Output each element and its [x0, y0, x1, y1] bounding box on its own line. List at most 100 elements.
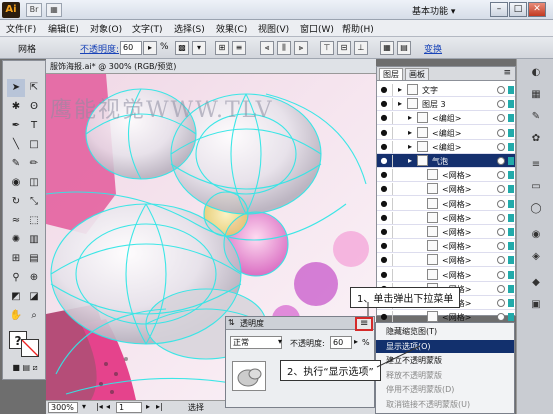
selection-indicator[interactable]: [508, 114, 514, 123]
scale-tool-icon[interactable]: ⤡: [25, 193, 43, 211]
layer-row[interactable]: ● <网格>: [377, 197, 515, 211]
selection-indicator[interactable]: [508, 171, 514, 180]
opacity-input[interactable]: 60: [120, 41, 142, 55]
target-circle-icon[interactable]: [497, 313, 505, 322]
target-circle-icon[interactable]: [497, 213, 505, 222]
line-tool-icon[interactable]: ╲: [7, 136, 25, 154]
lock-toggle[interactable]: [392, 268, 402, 281]
type-tool-icon[interactable]: T: [25, 117, 43, 135]
layer-row[interactable]: ● <网格>: [377, 182, 515, 197]
live-paint-tool-icon[interactable]: ◩: [7, 288, 25, 306]
selection-indicator[interactable]: [508, 228, 514, 236]
gradient-panel-icon[interactable]: ▭: [526, 179, 546, 195]
visibility-eye-icon[interactable]: ●: [379, 213, 389, 223]
selection-tool-icon[interactable]: ➤: [7, 79, 25, 97]
slice-tool-icon[interactable]: ◪: [25, 288, 43, 306]
target-circle-icon[interactable]: [497, 242, 505, 251]
lock-toggle[interactable]: [392, 169, 402, 182]
target-circle-icon[interactable]: [497, 270, 505, 279]
target-circle-icon[interactable]: [497, 256, 505, 265]
transparency-opacity-input[interactable]: 60: [330, 336, 352, 349]
menu-edit[interactable]: 编辑(E): [48, 22, 79, 35]
target-circle-icon[interactable]: [497, 114, 505, 123]
graphic-styles-panel-icon[interactable]: ◈: [526, 249, 546, 265]
visibility-eye-icon[interactable]: ●: [379, 128, 389, 138]
artboards-panel-icon[interactable]: ▣: [526, 297, 546, 313]
selection-indicator[interactable]: [508, 213, 514, 222]
menu-help[interactable]: 帮助(H): [342, 22, 374, 35]
minimize-button[interactable]: –: [490, 2, 508, 17]
lock-toggle[interactable]: [392, 112, 402, 125]
bridge-icon[interactable]: Br: [26, 3, 42, 17]
free-transform-tool-icon[interactable]: ⬚: [25, 212, 43, 230]
menu-view[interactable]: 视图(V): [258, 22, 289, 35]
expand-arrow-icon[interactable]: ▸: [408, 142, 412, 151]
zoom-dropdown-icon[interactable]: ▾: [82, 402, 86, 411]
gradient-tool-icon[interactable]: ▤: [25, 250, 43, 268]
layer-row[interactable]: ● ▸ 气泡: [377, 154, 515, 168]
expand-arrow-icon[interactable]: ▸: [398, 99, 402, 108]
color-panel-icon[interactable]: ◐: [526, 65, 546, 81]
flyout-menu-item[interactable]: 隐藏缩览图(T): [376, 325, 514, 338]
appearance-panel-icon[interactable]: ◉: [526, 227, 546, 243]
target-circle-icon[interactable]: [497, 100, 505, 109]
tab-artboards[interactable]: 画板: [405, 68, 429, 80]
target-circle-icon[interactable]: [497, 199, 505, 208]
symbol-sprayer-tool-icon[interactable]: ✺: [7, 231, 25, 249]
visibility-eye-icon[interactable]: ●: [379, 113, 389, 123]
align-icon[interactable]: ⊞: [215, 41, 229, 55]
rotate-tool-icon[interactable]: ↻: [7, 193, 25, 211]
flyout-menu-item[interactable]: 停用不透明蒙版(D): [376, 383, 514, 396]
selection-indicator[interactable]: [508, 242, 514, 251]
visibility-eye-icon[interactable]: ●: [379, 184, 389, 194]
layer-row[interactable]: ● ▸ 图层 3: [377, 97, 515, 112]
selection-indicator[interactable]: [508, 199, 514, 208]
selection-indicator[interactable]: [508, 299, 514, 307]
target-circle-icon[interactable]: [497, 86, 505, 94]
opacity-link[interactable]: 不透明度:: [80, 42, 119, 55]
flyout-menu-item[interactable]: 释放不透明蒙版: [376, 369, 514, 382]
layer-row[interactable]: ● ▸ 文字: [377, 83, 515, 97]
align-middle-icon[interactable]: ⊟: [337, 41, 351, 55]
expand-arrow-icon[interactable]: ▸: [408, 156, 412, 165]
visibility-eye-icon[interactable]: ●: [379, 227, 389, 237]
visibility-eye-icon[interactable]: ●: [379, 170, 389, 180]
selection-indicator[interactable]: [508, 142, 514, 151]
selection-indicator[interactable]: [508, 157, 514, 165]
transparency-panel-icon[interactable]: ◯: [526, 201, 546, 217]
grid-options-icon[interactable]: ▤: [397, 41, 411, 55]
menu-type[interactable]: 文字(T): [132, 22, 163, 35]
visibility-eye-icon[interactable]: ●: [379, 85, 389, 95]
visibility-eye-icon[interactable]: ●: [379, 99, 389, 109]
eraser-tool-icon[interactable]: ◫: [25, 174, 43, 192]
selection-indicator[interactable]: [508, 86, 514, 94]
color-mode-icons[interactable]: ■ ▤ ⧄: [7, 361, 43, 375]
target-circle-icon[interactable]: [497, 142, 505, 151]
document-tab[interactable]: 服饰海报.ai* @ 300% (RGB/预览): [46, 59, 376, 74]
transparency-panel-menu-button[interactable]: ≡: [355, 317, 373, 331]
direct-selection-tool-icon[interactable]: ⇱: [25, 79, 43, 97]
lock-toggle[interactable]: [392, 155, 402, 167]
layer-row[interactable]: ● <网格>: [377, 268, 515, 282]
flyout-menu-item[interactable]: 建立不透明蒙版: [376, 354, 514, 367]
expand-arrow-icon[interactable]: ▸: [408, 113, 412, 122]
align-right-icon[interactable]: ⫸: [294, 41, 308, 55]
swatches-panel-icon[interactable]: ▦: [526, 87, 546, 103]
last-page-icon[interactable]: ▸|: [156, 402, 163, 411]
lock-toggle[interactable]: [392, 183, 402, 196]
transform-link[interactable]: 变换: [424, 42, 442, 55]
tab-layers[interactable]: 图层: [379, 68, 403, 80]
flyout-menu-item[interactable]: 取消链接不透明蒙版(U): [376, 398, 514, 411]
menu-object[interactable]: 对象(O): [90, 22, 122, 35]
expand-arrow-icon[interactable]: ▸: [408, 128, 412, 137]
zoom-field[interactable]: 300%: [48, 402, 78, 413]
rectangle-tool-icon[interactable]: □: [25, 136, 43, 154]
selection-indicator[interactable]: [508, 270, 514, 279]
graph-tool-icon[interactable]: ▥: [25, 231, 43, 249]
target-circle-icon[interactable]: [497, 171, 505, 180]
selection-indicator[interactable]: [508, 284, 514, 293]
symbols-panel-icon[interactable]: ✿: [526, 131, 546, 147]
lock-toggle[interactable]: [392, 126, 402, 139]
layer-row[interactable]: ● <网格>: [377, 211, 515, 225]
warp-tool-icon[interactable]: ≈: [7, 212, 25, 230]
